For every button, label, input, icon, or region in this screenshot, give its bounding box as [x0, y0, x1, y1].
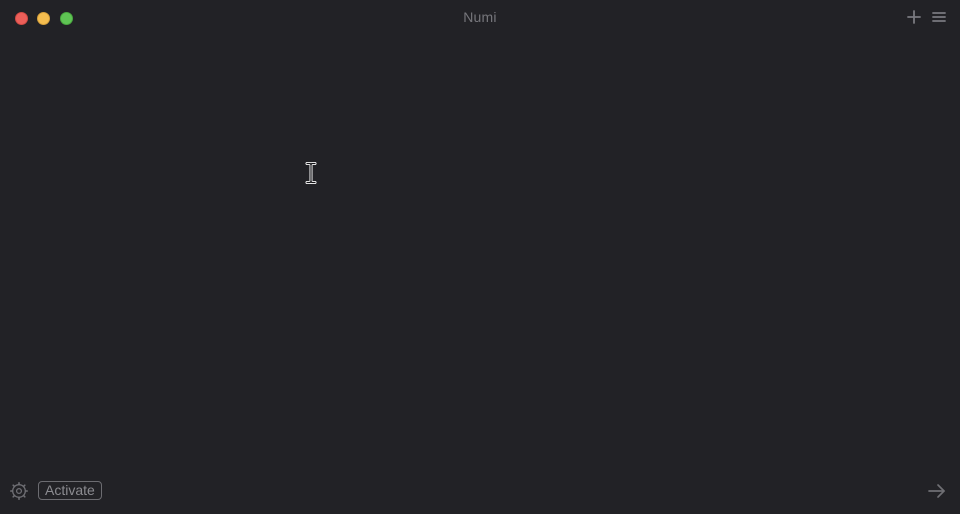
calculation-editor[interactable] [0, 36, 960, 472]
title-bar: Numi [0, 0, 960, 36]
add-note-button[interactable] [905, 8, 923, 26]
numi-window: Numi Activate [0, 0, 960, 514]
ibeam-cursor-icon [305, 162, 317, 184]
arrow-right-icon [928, 484, 945, 498]
menu-button[interactable] [930, 8, 948, 26]
bottom-bar: Activate [0, 472, 960, 514]
gear-icon [10, 482, 29, 501]
forward-button[interactable] [927, 482, 947, 500]
window-title: Numi [463, 9, 497, 25]
activate-button[interactable]: Activate [38, 481, 102, 500]
plus-icon [907, 10, 921, 24]
hamburger-menu-icon [932, 12, 946, 22]
settings-button[interactable] [10, 482, 29, 501]
